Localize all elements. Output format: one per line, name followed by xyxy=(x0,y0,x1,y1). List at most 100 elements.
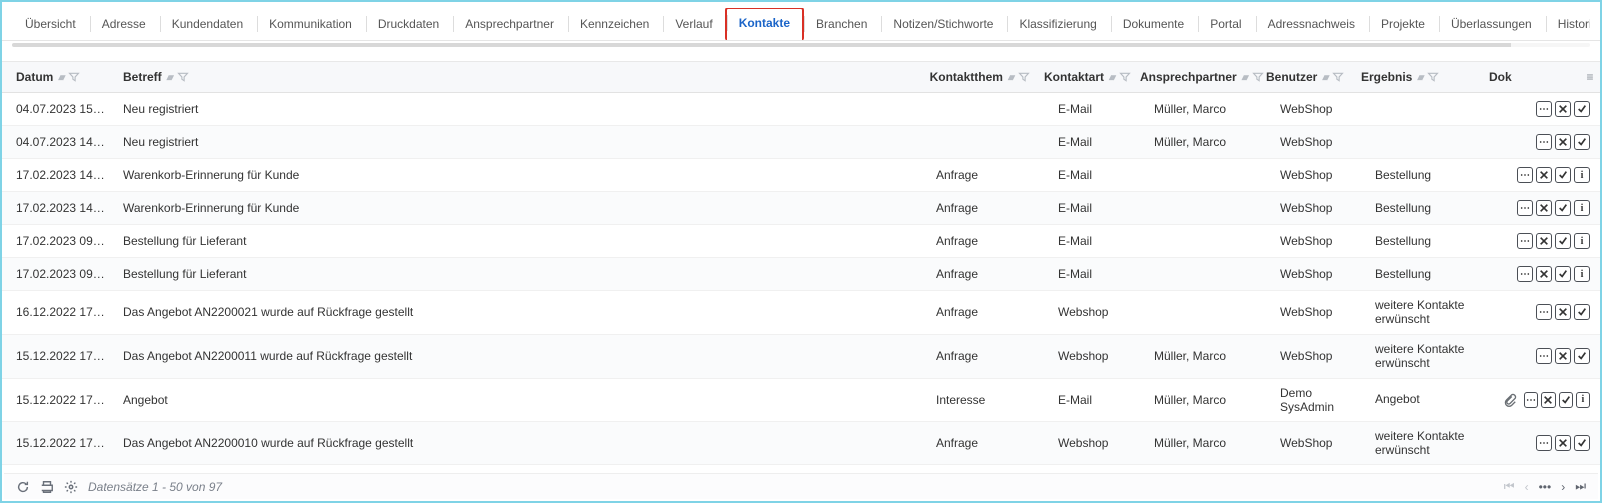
row-delete-button[interactable] xyxy=(1555,101,1571,117)
row-more-button[interactable] xyxy=(1536,101,1552,117)
col-header-dok[interactable]: Dok xyxy=(1481,62,1586,92)
row-confirm-button[interactable] xyxy=(1555,200,1571,216)
row-info-button[interactable]: i xyxy=(1576,392,1590,408)
refresh-icon[interactable] xyxy=(16,480,30,494)
cell-benutzer: WebShop xyxy=(1272,342,1367,370)
page-first-icon[interactable]: ⏮ xyxy=(1504,479,1515,494)
sort-icon[interactable]: ▴▾ xyxy=(1109,72,1114,83)
attachment-icon[interactable] xyxy=(1503,393,1517,407)
row-info-button[interactable]: i xyxy=(1574,266,1590,282)
filter-icon[interactable] xyxy=(1332,71,1344,83)
row-confirm-button[interactable] xyxy=(1574,304,1590,320)
row-more-button[interactable] xyxy=(1524,392,1538,408)
filter-icon[interactable] xyxy=(1119,71,1131,83)
row-more-button[interactable] xyxy=(1517,266,1533,282)
row-delete-button[interactable] xyxy=(1536,233,1552,249)
cell-benutzer: WebShop xyxy=(1272,429,1367,457)
row-delete-button[interactable] xyxy=(1555,304,1571,320)
page-last-icon[interactable]: ⏭ xyxy=(1575,479,1586,494)
row-more-button[interactable] xyxy=(1536,348,1552,364)
tab-adressnachweis[interactable]: Adressnachweis xyxy=(1255,9,1368,40)
row-more-button[interactable] xyxy=(1517,167,1533,183)
col-header-benutzer[interactable]: Benutzer ▴▾ xyxy=(1258,62,1353,92)
cell-kontaktthema: Anfrage xyxy=(928,260,1050,288)
tab-klassifizierung[interactable]: Klassifizierung xyxy=(1006,9,1109,40)
tab-übersicht[interactable]: Übersicht xyxy=(12,9,89,40)
row-more-button[interactable] xyxy=(1517,200,1533,216)
table-row[interactable]: 15.12.2022 17:37Das Angebot AN2200010 wu… xyxy=(2,422,1600,466)
row-more-button[interactable] xyxy=(1517,233,1533,249)
sort-icon[interactable]: ▴▾ xyxy=(167,72,172,83)
filter-icon[interactable] xyxy=(1427,71,1439,83)
tab-projekte[interactable]: Projekte xyxy=(1368,9,1438,40)
page-indicator[interactable]: ••• xyxy=(1539,480,1552,494)
filter-icon[interactable] xyxy=(177,71,189,83)
col-header-ergebnis[interactable]: Ergebnis ▴▾ xyxy=(1353,62,1481,92)
tab-kundendaten[interactable]: Kundendaten xyxy=(159,9,256,40)
cell-betreff: Neu registriert xyxy=(115,95,928,123)
table-row[interactable]: 16.12.2022 17:04Das Angebot AN2200021 wu… xyxy=(2,291,1600,335)
row-confirm-button[interactable] xyxy=(1559,392,1573,408)
gear-icon[interactable] xyxy=(64,480,78,494)
filter-icon[interactable] xyxy=(1018,71,1030,83)
table-row[interactable]: 15.12.2022 17:55AngebotInteresseE-MailMü… xyxy=(2,379,1600,422)
tab-notizen/stichworte[interactable]: Notizen/Stichworte xyxy=(880,9,1006,40)
tab-branchen[interactable]: Branchen xyxy=(803,9,880,40)
filter-icon[interactable] xyxy=(68,71,80,83)
col-header-datum[interactable]: Datum ▴▾ xyxy=(2,62,115,92)
sort-icon[interactable]: ▴▾ xyxy=(1008,72,1013,83)
page-next-icon[interactable]: › xyxy=(1561,480,1565,494)
tab-portal[interactable]: Portal xyxy=(1197,9,1254,40)
sort-icon[interactable]: ▴▾ xyxy=(1242,72,1247,83)
table-row[interactable]: 17.02.2023 14:27Warenkorb-Erinnerung für… xyxy=(2,159,1600,192)
row-confirm-button[interactable] xyxy=(1555,167,1571,183)
row-info-button[interactable]: i xyxy=(1574,233,1590,249)
tab-scrollbar[interactable] xyxy=(12,43,1590,47)
table-row[interactable]: 17.02.2023 09:47Bestellung für Lieferant… xyxy=(2,225,1600,258)
tab-kommunikation[interactable]: Kommunikation xyxy=(256,9,365,40)
row-delete-button[interactable] xyxy=(1536,266,1552,282)
row-confirm-button[interactable] xyxy=(1574,435,1590,451)
sort-icon[interactable]: ▴▾ xyxy=(58,72,63,83)
tab-druckdaten[interactable]: Druckdaten xyxy=(365,9,452,40)
row-confirm-button[interactable] xyxy=(1574,348,1590,364)
col-header-kontaktthema[interactable]: Kontaktthem ▴▾ xyxy=(914,62,1036,92)
row-info-button[interactable]: i xyxy=(1574,200,1590,216)
table-row[interactable]: 17.02.2023 09:29Bestellung für Lieferant… xyxy=(2,258,1600,291)
table-row[interactable]: 17.02.2023 14:20Warenkorb-Erinnerung für… xyxy=(2,192,1600,225)
row-more-button[interactable] xyxy=(1536,134,1552,150)
row-more-button[interactable] xyxy=(1536,435,1552,451)
row-confirm-button[interactable] xyxy=(1555,233,1571,249)
tab-überlassungen[interactable]: Überlassungen xyxy=(1438,9,1545,40)
sort-icon[interactable]: ▴▾ xyxy=(1322,72,1327,83)
tab-ansprechpartner[interactable]: Ansprechpartner xyxy=(452,9,567,40)
table-row[interactable]: 04.07.2023 14:56Neu registriertE-MailMül… xyxy=(2,126,1600,159)
tab-kontakte[interactable]: Kontakte xyxy=(726,8,803,40)
tab-historie[interactable]: Historie xyxy=(1545,9,1590,40)
row-delete-button[interactable] xyxy=(1555,134,1571,150)
header-menu-icon[interactable]: ≡ xyxy=(1586,70,1600,84)
col-header-kontaktart[interactable]: Kontaktart ▴▾ xyxy=(1036,62,1132,92)
table-row[interactable]: 15.12.2022 17:56Das Angebot AN2200011 wu… xyxy=(2,335,1600,379)
row-delete-button[interactable] xyxy=(1536,200,1552,216)
row-delete-button[interactable] xyxy=(1541,392,1555,408)
row-delete-button[interactable] xyxy=(1555,348,1571,364)
row-delete-button[interactable] xyxy=(1555,435,1571,451)
tab-adresse[interactable]: Adresse xyxy=(89,9,159,40)
col-header-betreff[interactable]: Betreff ▴▾ xyxy=(115,62,914,92)
col-header-ansprechpartner[interactable]: Ansprechpartner ▴▾ xyxy=(1132,62,1258,92)
tab-kennzeichen[interactable]: Kennzeichen xyxy=(567,9,662,40)
sort-icon[interactable]: ▴▾ xyxy=(1417,72,1422,83)
row-info-button[interactable]: i xyxy=(1574,167,1590,183)
tab-verlauf[interactable]: Verlauf xyxy=(662,9,725,40)
row-delete-button[interactable] xyxy=(1536,167,1552,183)
page-prev-icon[interactable]: ‹ xyxy=(1525,480,1529,494)
row-confirm-button[interactable] xyxy=(1555,266,1571,282)
print-icon[interactable] xyxy=(40,480,54,494)
table-row[interactable]: 04.07.2023 15:12Neu registriertE-MailMül… xyxy=(2,93,1600,126)
row-confirm-button[interactable] xyxy=(1574,134,1590,150)
row-confirm-button[interactable] xyxy=(1574,101,1590,117)
row-more-button[interactable] xyxy=(1536,304,1552,320)
cell-ergebnis xyxy=(1367,135,1495,149)
tab-dokumente[interactable]: Dokumente xyxy=(1110,9,1197,40)
